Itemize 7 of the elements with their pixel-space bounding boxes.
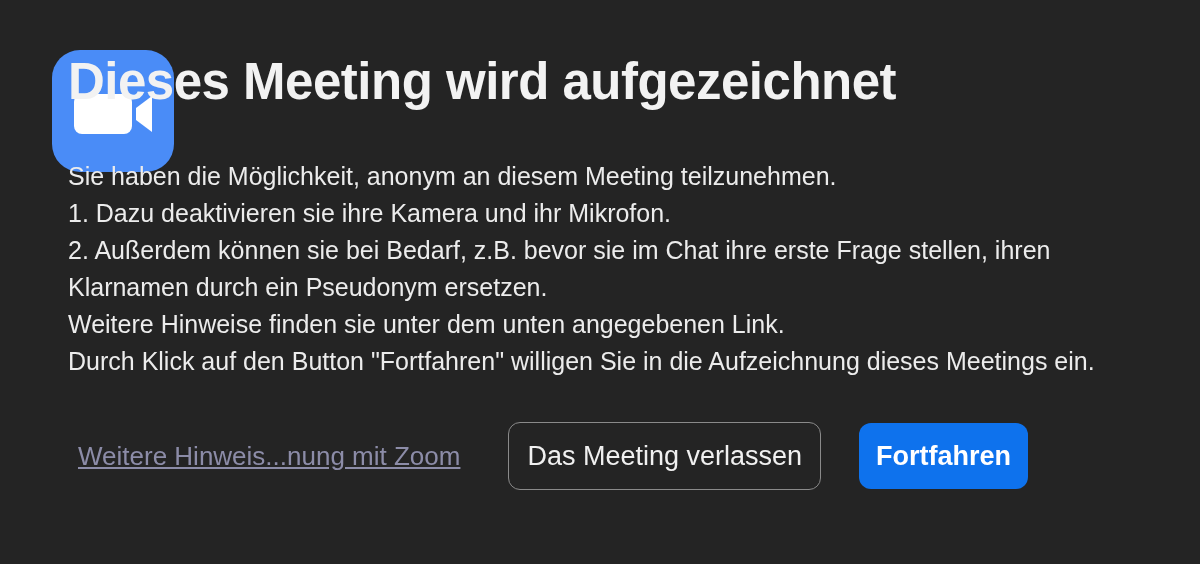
leave-button[interactable]: Das Meeting verlassen [508, 422, 822, 490]
info-link[interactable]: Weitere Hinweis...nung mit Zoom [78, 440, 461, 472]
message-text: Durch Klick auf den Button "Fortfahren" willigen Sie in die Aufzeichnung dieses Meetings ein. [68, 346, 1096, 377]
message-text: 1. Dazu deaktivieren sie ihre Kamera und ihr Mikrofon. [68, 198, 673, 229]
continue-button[interactable]: Fortfahren [859, 423, 1029, 489]
message-text: 2. Außerdem können sie bei Bedarf, z.B. bevor sie im Chat ihre erste Frage stellen, ihren Klarnamen durch ein Pseudonym ersetzen. [68, 235, 1052, 303]
message-text: Weitere Hinweise finden sie unter dem unten angegebenen Link. [68, 309, 786, 340]
